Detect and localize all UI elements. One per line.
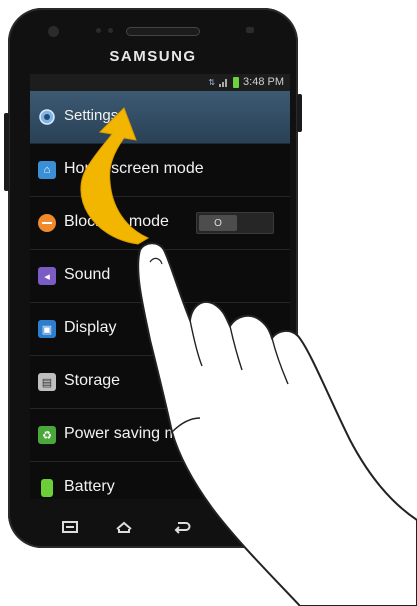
phone-device: SAMSUNG ⇅ 3:48 PM Settings ⌂ Home screen… [4,8,302,548]
home-icon: ⌂ [38,161,56,179]
menu-item-label: Storage [64,372,121,389]
toggle-knob: O [199,215,237,231]
battery-icon [233,76,240,88]
signal-icon [219,77,229,87]
menu-item-label: Settings [64,107,119,124]
menu-item-label: Battery [64,478,115,495]
home-icon [116,521,132,533]
menu-item-display[interactable]: ▣ Display [30,303,290,356]
menu-item-sound[interactable]: ◂ Sound [30,250,290,303]
menu-item-home-screen-mode[interactable]: ⌂ Home screen mode [30,144,290,197]
battery-icon [41,479,53,497]
display-icon: ▣ [38,320,56,338]
status-time: 3:48 PM [243,76,284,88]
menu-item-label: Power saving mode [64,425,205,442]
back-icon [174,522,191,534]
back-button[interactable] [164,512,200,542]
menu-item-label: Home screen mode [64,160,204,177]
menu-item-power-saving-mode[interactable]: ♻ Power saving mode [30,409,290,462]
gear-icon [38,108,56,126]
menu-icon [62,521,78,533]
volume-button [4,113,9,191]
menu-item-label: Blocking mode [64,213,169,230]
front-camera [48,26,59,37]
earpiece-speaker [126,27,200,36]
menu-item-label: Display [64,319,117,336]
power-saving-icon: ♻ [38,426,56,444]
sensor-dot [108,28,113,33]
storage-icon: ▤ [38,373,56,391]
menu-button[interactable] [52,512,88,542]
blocking-mode-toggle[interactable]: O [196,212,274,234]
screen: ⇅ 3:48 PM Settings ⌂ Home screen mode Bl… [30,74,290,499]
status-bar: ⇅ 3:48 PM [30,74,290,91]
sensor-dot [96,28,101,33]
speaker-icon: ◂ [38,267,56,285]
menu-item-storage[interactable]: ▤ Storage [30,356,290,409]
proximity-sensor [246,27,254,33]
brand-logo: SAMSUNG [109,48,197,65]
menu-item-settings[interactable]: Settings [30,91,290,144]
power-button [297,94,302,132]
home-button[interactable] [106,512,142,542]
menu-item-battery[interactable]: Battery [30,462,290,499]
block-icon [38,214,56,232]
menu-item-blocking-mode[interactable]: Blocking mode O [30,197,290,250]
menu-item-label: Sound [64,266,111,283]
navigation-bar [30,506,290,548]
data-icon: ⇅ [208,77,216,87]
